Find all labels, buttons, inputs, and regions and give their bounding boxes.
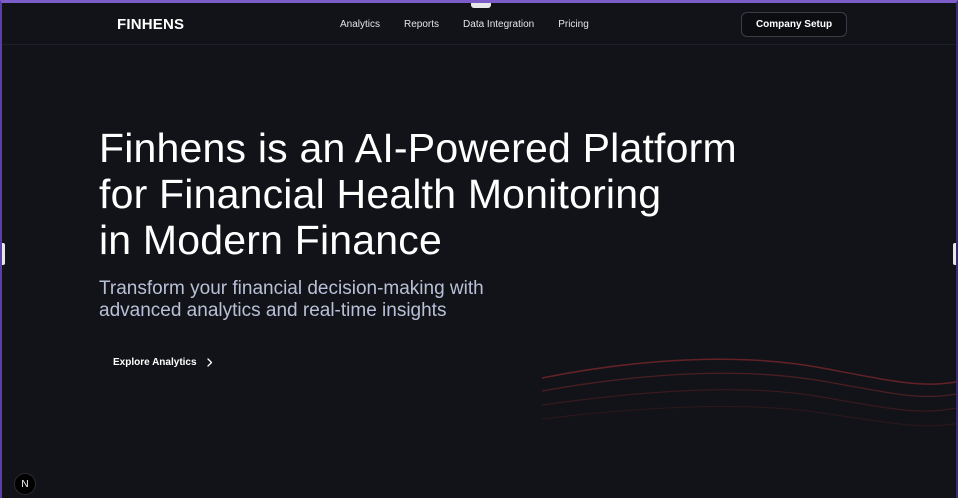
hero-subtitle-line: Transform your financial decision-making…	[99, 278, 484, 299]
logo[interactable]: FINHENS	[117, 16, 184, 33]
company-setup-button[interactable]: Company Setup	[741, 12, 847, 37]
hero-title: Finhens is an AI-Powered Platform for Fi…	[99, 125, 859, 263]
hero-subtitle: Transform your financial decision-making…	[99, 278, 619, 322]
navbar: FINHENS Analytics Reports Data Integrati…	[2, 3, 956, 45]
resize-handle-right[interactable]	[953, 243, 956, 265]
hero-title-line: in Modern Finance	[99, 217, 442, 263]
hero-subtitle-line: advanced analytics and real-time insight…	[99, 300, 447, 321]
wave-line	[541, 358, 956, 385]
nav-link-analytics[interactable]: Analytics	[340, 19, 380, 30]
wave-line	[541, 389, 956, 412]
app-frame: FINHENS Analytics Reports Data Integrati…	[0, 0, 958, 498]
decorative-waves	[541, 358, 956, 427]
nav-link-pricing[interactable]: Pricing	[558, 19, 589, 30]
chevron-right-icon	[206, 358, 212, 367]
dev-tools-badge[interactable]: N	[14, 473, 36, 495]
wave-line	[541, 372, 956, 398]
nav-link-reports[interactable]: Reports	[404, 19, 439, 30]
explore-analytics-link[interactable]: Explore Analytics	[113, 357, 213, 368]
resize-handle-left[interactable]	[2, 243, 5, 265]
hero-title-line: for Financial Health Monitoring	[99, 171, 662, 217]
nav-links: Analytics Reports Data Integration Prici…	[340, 19, 589, 30]
explore-analytics-label: Explore Analytics	[113, 357, 197, 368]
nav-link-data-integration[interactable]: Data Integration	[463, 19, 534, 30]
hero-title-line: Finhens is an AI-Powered Platform	[99, 125, 737, 171]
